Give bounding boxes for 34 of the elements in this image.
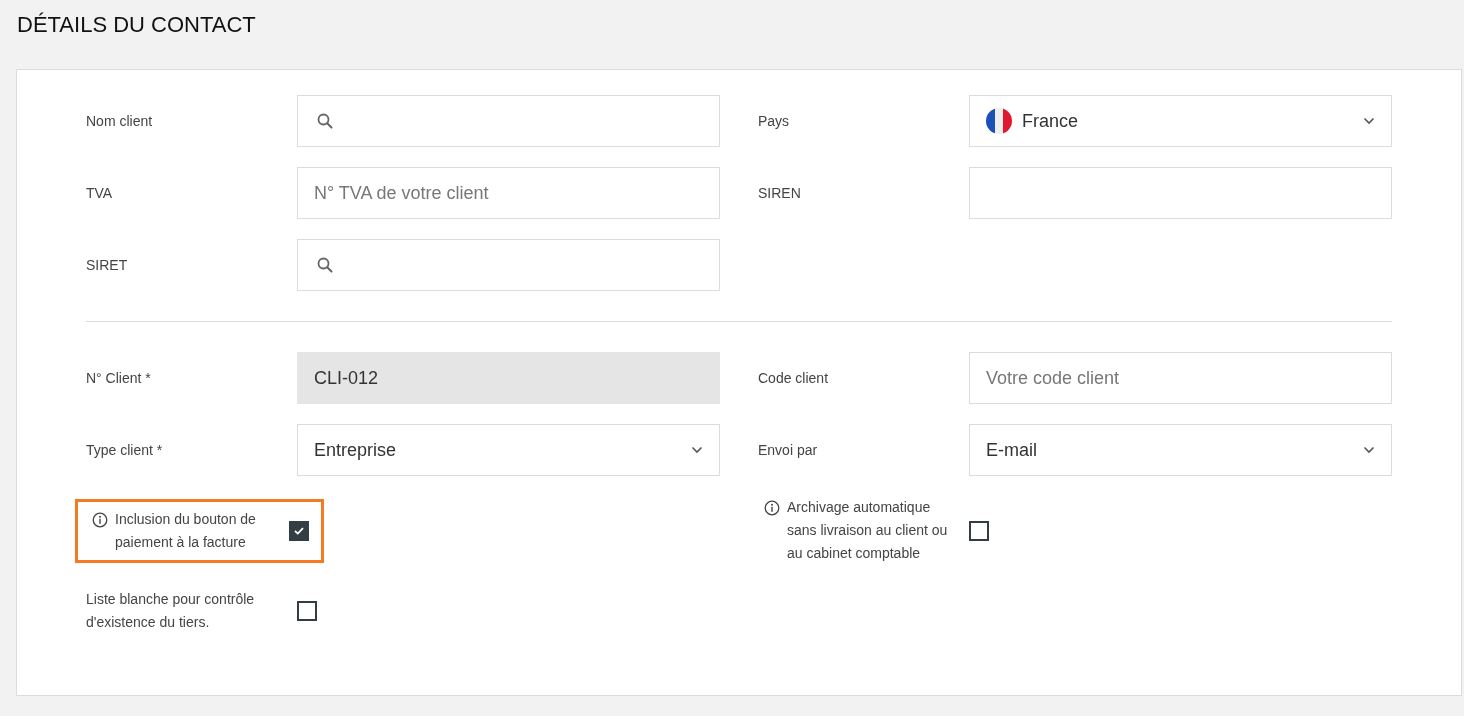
caret-icon <box>1363 446 1375 454</box>
input-field[interactable]: Votre code client <box>969 352 1392 404</box>
checkbox[interactable] <box>969 520 989 541</box>
field-label: Code client <box>758 370 830 386</box>
select-field[interactable]: E-mail <box>969 424 1392 476</box>
caret-icon <box>691 446 703 454</box>
checkbox-label: Inclusion du bouton de paiement à la facture <box>115 509 257 552</box>
search-icon <box>317 113 333 129</box>
field-label: SIREN <box>758 185 802 201</box>
select-field[interactable]: France <box>969 95 1392 147</box>
field-label: Type client * <box>86 442 164 458</box>
info-icon <box>764 500 780 516</box>
input-field[interactable] <box>969 167 1392 219</box>
flag-icon <box>986 108 1012 134</box>
field-label: Nom client <box>86 113 154 129</box>
checkbox-label: Liste blanche pour contrôle d'existence du tiers. <box>86 590 256 632</box>
search-field[interactable] <box>297 95 720 147</box>
select-field[interactable]: Entreprise <box>297 424 720 476</box>
input-field[interactable]: N° TVA de votre client <box>297 167 720 219</box>
page-title: DÉTAILS DU CONTACT <box>16 11 257 39</box>
check-icon <box>294 526 304 535</box>
field-label: N° Client * <box>86 370 152 386</box>
search-field[interactable] <box>297 239 720 291</box>
readonly-field: CLI-012 <box>297 352 720 404</box>
field-label: TVA <box>86 185 114 201</box>
field-label: SIRET <box>86 257 129 273</box>
caret-icon <box>1363 117 1375 125</box>
checkbox[interactable] <box>289 520 309 541</box>
search-icon <box>317 257 333 273</box>
field-label: Envoi par <box>758 442 819 458</box>
checkbox-label: Archivage automatique sans livraison au client ou au cabinet comptable <box>787 498 949 563</box>
checkbox[interactable] <box>297 601 317 621</box>
field-label: Pays <box>758 113 791 129</box>
info-icon <box>92 511 108 528</box>
